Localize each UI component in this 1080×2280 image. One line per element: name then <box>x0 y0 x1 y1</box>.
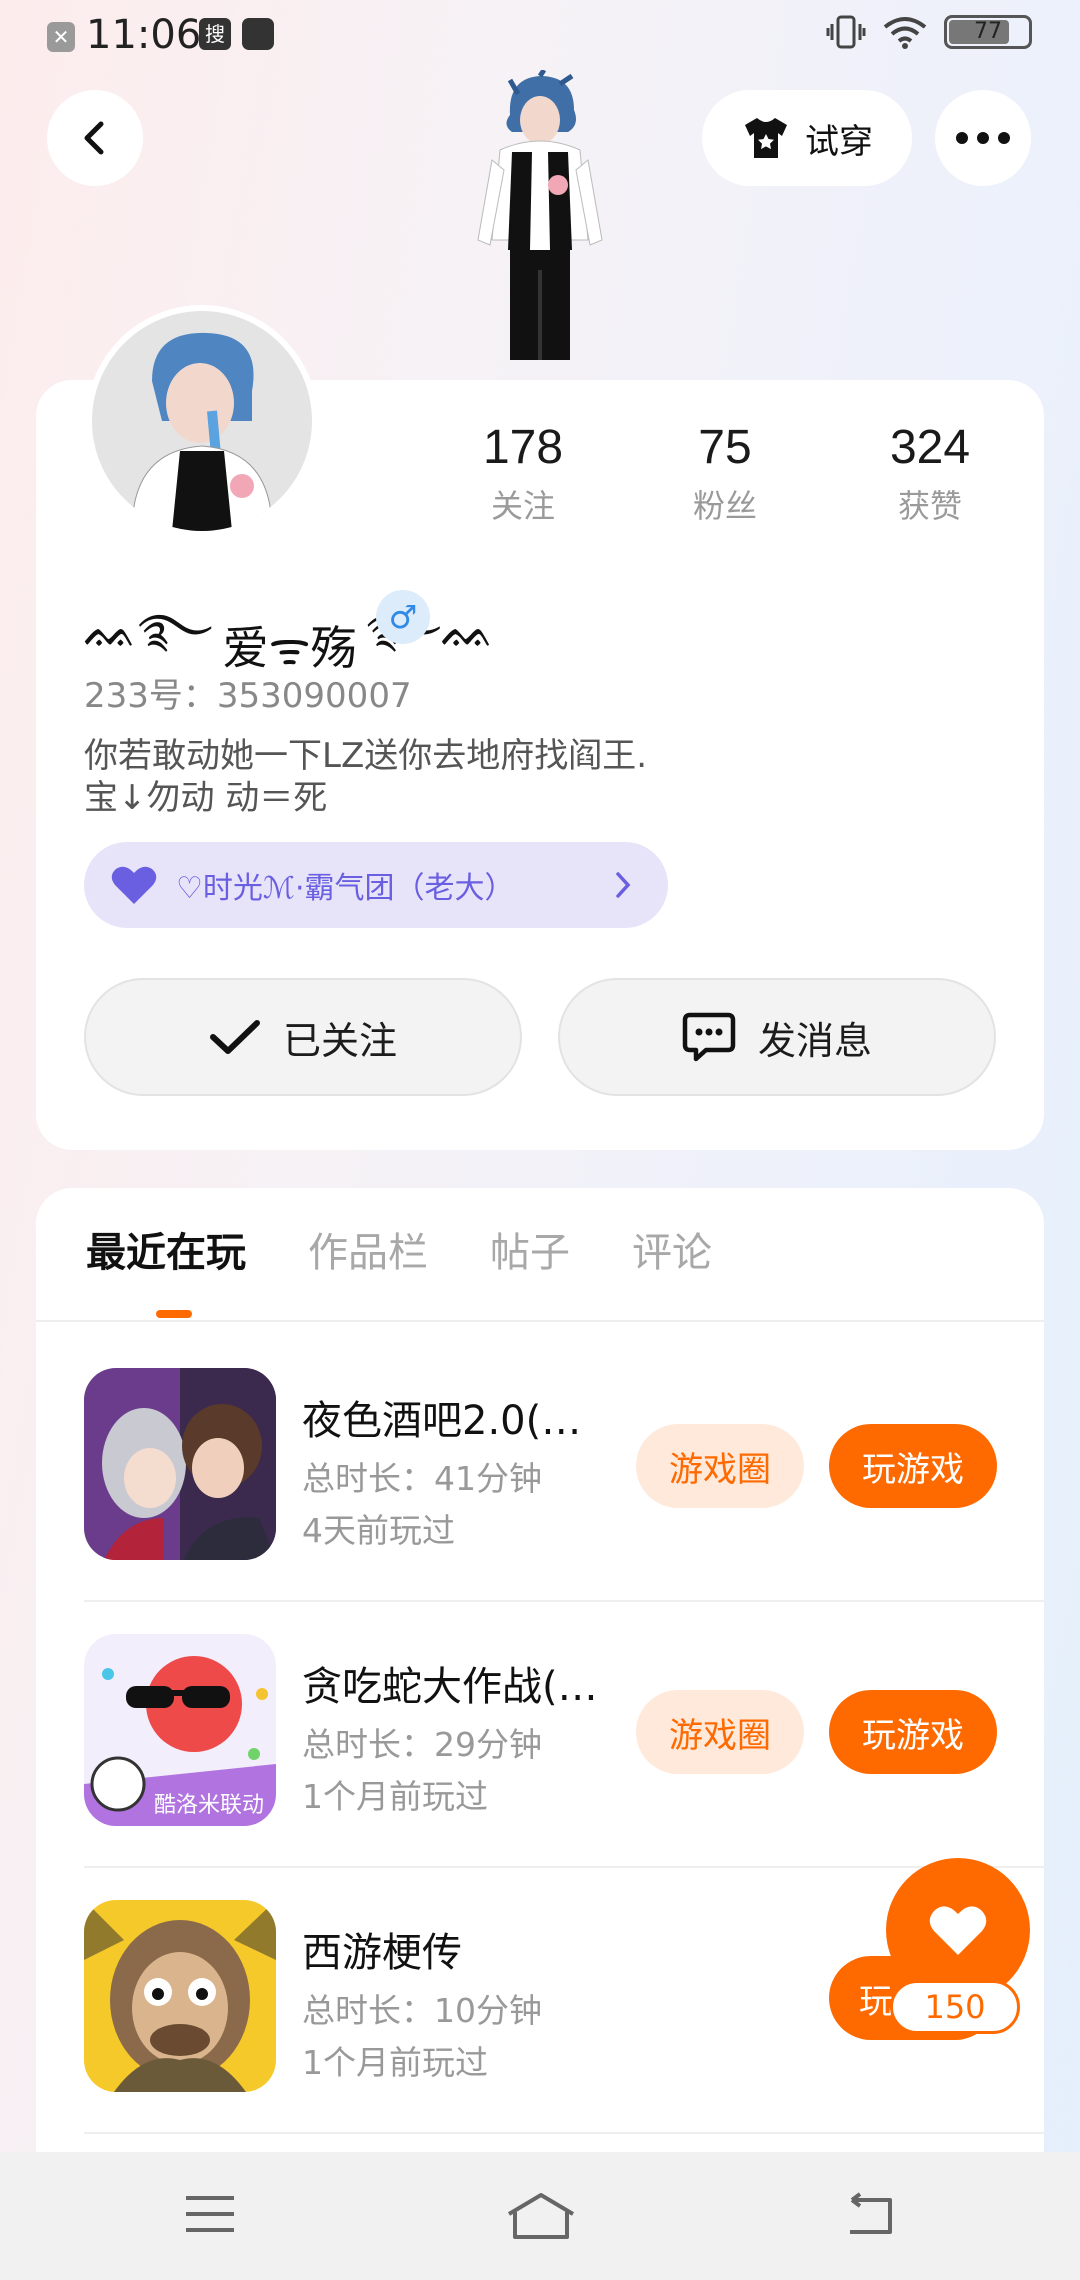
send-message-button[interactable]: 发消息 <box>558 978 996 1096</box>
play-game-button[interactable]: 玩游戏 <box>829 1690 997 1774</box>
notification-close-icon: ✕ <box>47 22 75 52</box>
try-on-label: 试穿 <box>805 121 873 162</box>
row-divider <box>84 1600 1044 1602</box>
following-stat[interactable]: 178 关注 <box>443 420 603 527</box>
vibrate-icon <box>826 15 866 49</box>
game-duration: 总时长：10分钟 <box>302 1991 542 2030</box>
tshirt-icon <box>745 118 787 158</box>
battery-level: 77 <box>974 19 1002 44</box>
game-title: 夜色酒吧2.0(… <box>302 1398 582 1444</box>
likes-stat[interactable]: 324 获赞 <box>850 420 1010 527</box>
tab-works[interactable]: 作品栏 <box>308 1220 428 1278</box>
tab-posts[interactable]: 帖子 <box>490 1220 570 1278</box>
followers-label: 粉丝 <box>692 487 757 525</box>
avatar-image <box>131 332 273 531</box>
try-on-button[interactable]: 试穿 <box>702 90 912 186</box>
game-last-played: 1个月前玩过 <box>302 1777 488 1816</box>
likes-count: 324 <box>889 421 971 474</box>
status-bar: ✕ 11:06 搜 77 <box>0 0 1080 75</box>
game-icon-night-bar <box>84 1368 276 1560</box>
wifi-icon <box>883 17 927 49</box>
svg-text:酷洛米联动: 酷洛米联动 <box>154 1793 264 1818</box>
group-label: ♡时光ℳ·霸气团（老大） <box>176 871 515 906</box>
back-button[interactable] <box>47 90 143 186</box>
battery-icon: 77 <box>944 15 1032 49</box>
following-button-label: 已关注 <box>282 1018 397 1063</box>
chat-bubble-icon <box>682 1012 736 1062</box>
avatar-character-figure <box>477 70 603 360</box>
game-last-played: 1个月前玩过 <box>302 2043 488 2082</box>
following-label: 关注 <box>490 487 555 525</box>
followers-stat[interactable]: 75 粉丝 <box>645 420 805 527</box>
tab-comments[interactable]: 评论 <box>632 1220 712 1278</box>
game-icon-snake: 酷洛米联动 <box>84 1634 276 1826</box>
user-id: 233号：353090007 <box>84 676 412 716</box>
game-icon-journey-west <box>84 1900 276 2092</box>
game-circle-button[interactable]: 游戏圈 <box>636 1690 804 1774</box>
status-time: 11:06 <box>86 12 202 58</box>
system-nav-bar <box>0 2152 1080 2280</box>
avatar[interactable] <box>86 305 318 537</box>
likes-label: 获赞 <box>897 487 962 525</box>
following-count: 178 <box>482 421 564 474</box>
game-row[interactable]: 夜色酒吧2.0(… 总时长：41分钟 4天前玩过 游戏圈 玩游戏 <box>84 1368 1044 1632</box>
game-title: 贪吃蛇大作战(… <box>302 1664 598 1710</box>
game-duration: 总时长：29分钟 <box>302 1725 542 1764</box>
more-button[interactable] <box>935 90 1031 186</box>
row-divider <box>84 2132 1044 2134</box>
following-button[interactable]: 已关注 <box>84 978 522 1096</box>
chevron-left-icon <box>84 121 104 155</box>
game-last-played: 4天前玩过 <box>302 1511 455 1550</box>
game-circle-button[interactable]: 游戏圈 <box>636 1424 804 1508</box>
group-badge-button[interactable]: ♡时光ℳ·霸气团（老大） <box>84 842 668 928</box>
game-icon[interactable]: 酷洛米联动 <box>84 1634 276 1826</box>
bio: 你若敢动她一下LZ送你去地府找阎王. 宝↓勿动 动＝死 <box>84 735 647 819</box>
game-icon[interactable] <box>84 1368 276 1560</box>
content-tabs: 最近在玩 作品栏 帖子 评论 <box>86 1220 712 1278</box>
heart-icon <box>929 1906 987 1955</box>
game-duration: 总时长：41分钟 <box>302 1459 542 1498</box>
like-count-badge: 150 <box>890 1980 1020 2034</box>
gender-male-icon: ♂ <box>376 590 430 644</box>
more-dots-icon <box>956 132 1010 144</box>
game-icon[interactable] <box>84 1900 276 2092</box>
active-tab-indicator <box>156 1310 192 1318</box>
game-title: 西游梗传 <box>302 1930 462 1976</box>
back-nav-icon[interactable] <box>842 2192 894 2236</box>
tab-recent-played[interactable]: 最近在玩 <box>86 1220 246 1278</box>
game-row[interactable]: 酷洛米联动 贪吃蛇大作战(… 总时长：29分钟 1个月前玩过 游戏圈 玩游戏 <box>84 1634 1044 1898</box>
bio-line-2: 宝↓勿动 动＝死 <box>84 778 328 818</box>
heart-icon <box>111 866 157 904</box>
app-notification-icon <box>242 18 274 50</box>
check-icon <box>209 1020 260 1054</box>
tabs-divider <box>36 1320 1044 1322</box>
chevron-right-icon <box>616 872 631 898</box>
menu-icon[interactable] <box>184 2192 236 2236</box>
play-game-button[interactable]: 玩游戏 <box>829 1424 997 1508</box>
bio-line-1: 你若敢动她一下LZ送你去地府找阎王. <box>84 736 648 776</box>
home-icon[interactable] <box>505 2192 577 2240</box>
row-divider <box>84 1866 1044 1868</box>
search-app-icon: 搜 <box>199 18 231 50</box>
send-message-label: 发消息 <box>757 1018 872 1063</box>
followers-count: 75 <box>698 421 752 474</box>
